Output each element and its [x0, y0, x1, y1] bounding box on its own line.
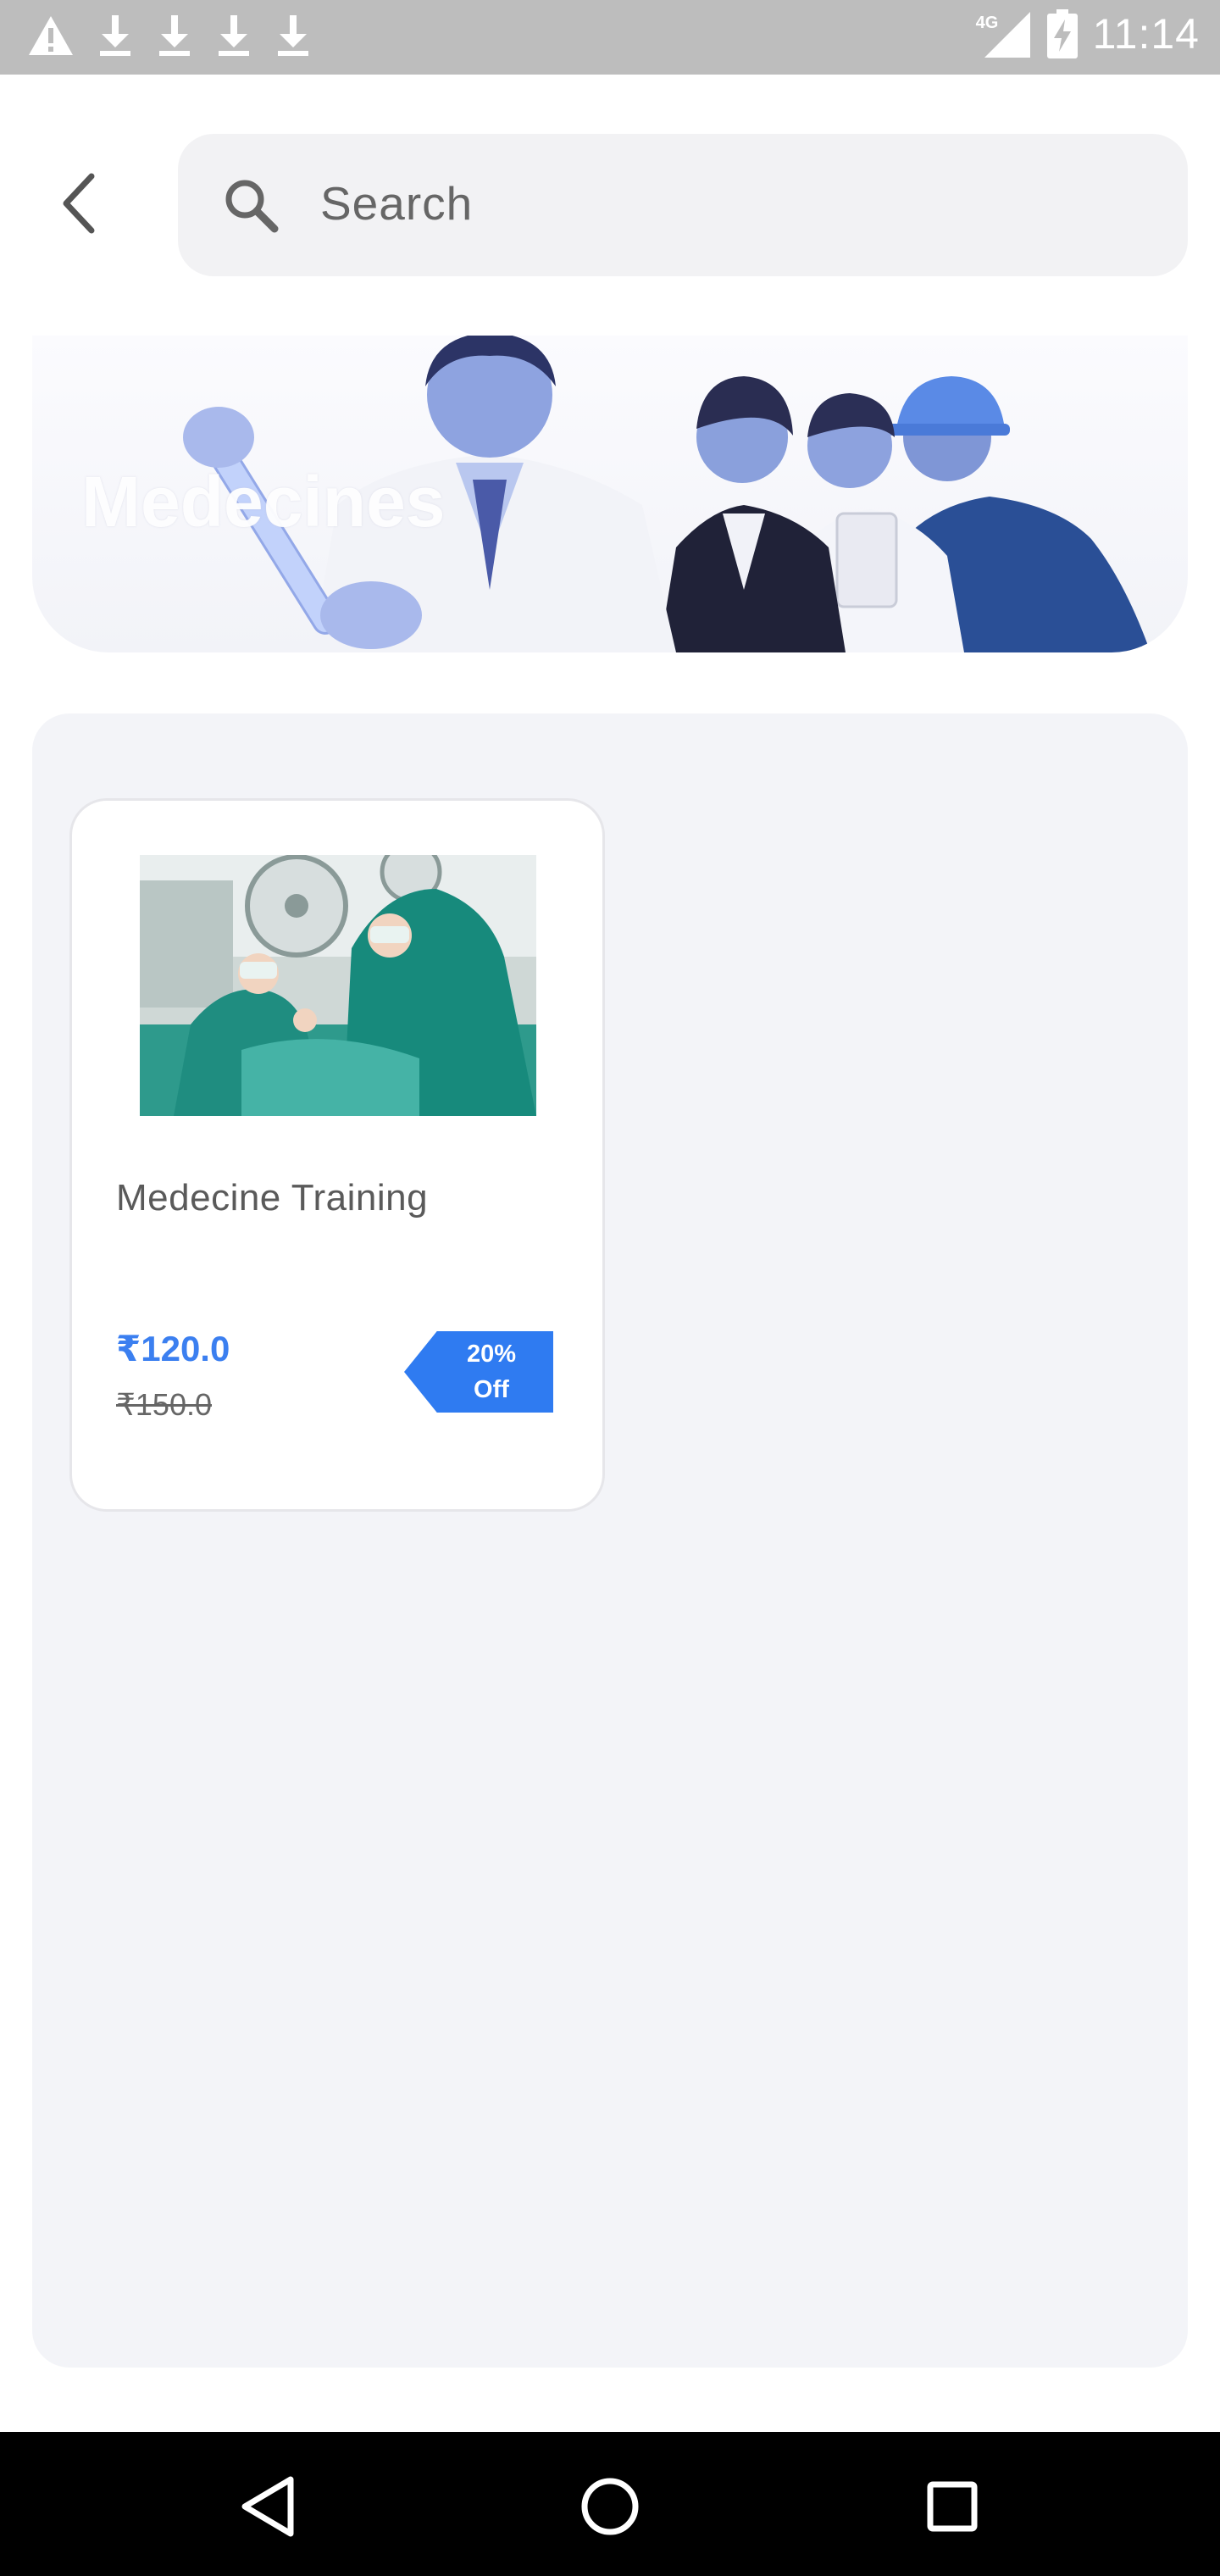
system-status: 4G 11:14: [976, 8, 1200, 59]
download-icon: [159, 15, 190, 56]
battery-charging-icon: [1046, 9, 1078, 58]
nav-back-button[interactable]: [232, 2471, 303, 2542]
nav-recents-button[interactable]: [917, 2471, 988, 2542]
warning-icon: [29, 16, 73, 55]
product-list-panel: Medecine Training ₹120.0 ₹150.0 20% Off: [32, 713, 1188, 2368]
product-title: Medecine Training: [116, 1177, 429, 1219]
product-image: [140, 855, 536, 1116]
discount-badge: 20% Off: [404, 1331, 553, 1413]
search-input[interactable]: Search: [178, 134, 1188, 276]
notification-icons: [27, 14, 312, 58]
top-bar: Search: [0, 134, 1220, 278]
category-banner: Medecines: [32, 336, 1188, 652]
system-nav-bar: [0, 2432, 1220, 2576]
nav-home-button[interactable]: [574, 2471, 646, 2542]
recents-square-icon: [927, 2481, 978, 2532]
download-icon: [100, 15, 130, 56]
back-button[interactable]: [44, 168, 115, 239]
chevron-left-icon: [63, 173, 95, 234]
status-bar: 4G 11:14: [0, 0, 1220, 75]
product-card[interactable]: Medecine Training ₹120.0 ₹150.0 20% Off: [69, 798, 605, 1512]
product-original-price: ₹150.0: [116, 1387, 212, 1422]
search-icon: [225, 180, 279, 233]
signal-icon: 4G: [976, 8, 1032, 59]
search-placeholder: Search: [320, 177, 474, 230]
back-triangle-icon: [241, 2476, 294, 2537]
discount-text: 20% Off: [466, 1341, 517, 1403]
status-time: 11:14: [1092, 10, 1200, 58]
banner-title: Medecines: [81, 462, 446, 541]
home-circle-icon: [581, 2478, 639, 2535]
download-icon: [219, 15, 249, 56]
download-icon: [278, 15, 308, 56]
product-price: ₹120.0: [116, 1329, 230, 1368]
network-type: 4G: [975, 14, 999, 32]
